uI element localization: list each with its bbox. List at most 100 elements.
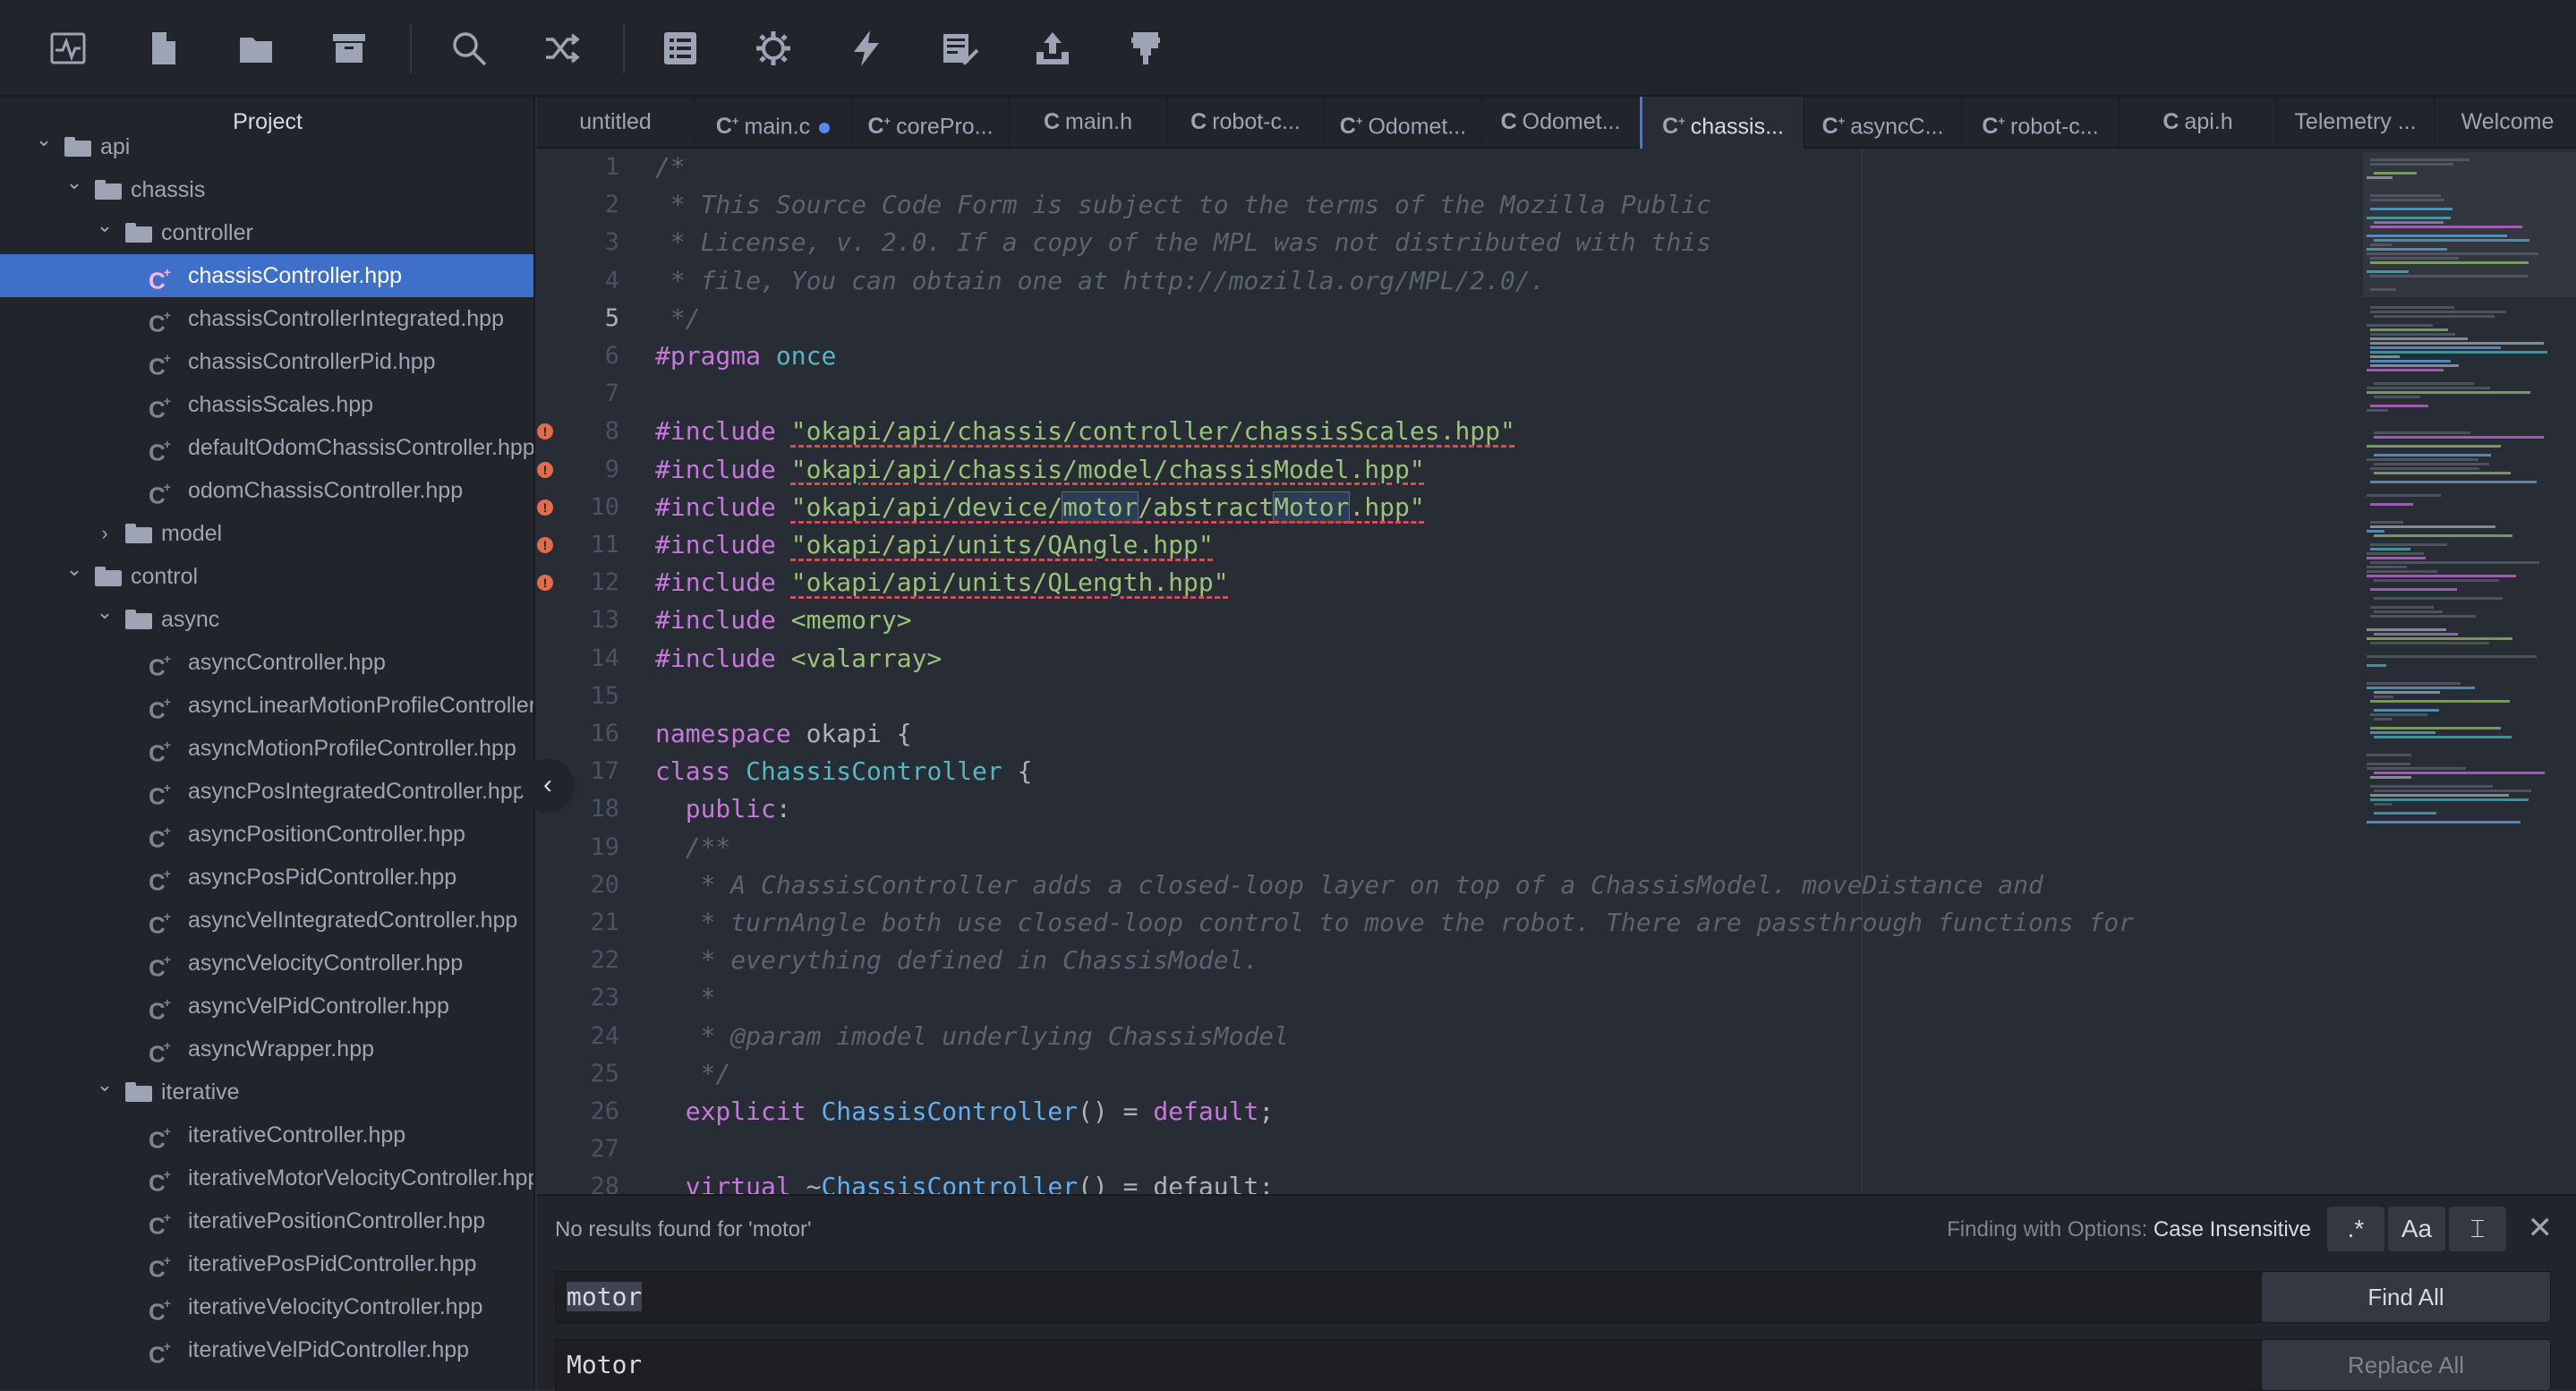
code-token: "okapi/api/units/QLength.hpp" <box>790 567 1229 598</box>
code-token: ChassisController <box>821 1097 1079 1126</box>
tree-file-item[interactable]: C+ chassisScales.hpp <box>0 383 533 426</box>
gear-icon[interactable] <box>745 20 802 77</box>
minimap-line <box>2370 467 2479 470</box>
tree-folder-iterative[interactable]: ⌄ iterative <box>0 1071 533 1114</box>
tab-4[interactable]: Crobot-c... <box>1167 97 1325 147</box>
chevron-down-icon[interactable]: ⌄ <box>91 211 118 247</box>
code-token: : <box>775 794 791 824</box>
folder-icon[interactable] <box>227 20 285 77</box>
minimap-line <box>2367 217 2451 219</box>
tree-file-item[interactable]: C+ asyncVelIntegratedController.hpp <box>0 899 533 942</box>
tree-folder-async[interactable]: ⌄ async <box>0 598 533 641</box>
tree-file-item[interactable]: C+ iterativeVelPidController.hpp <box>0 1328 533 1371</box>
tree-file-item[interactable]: C+ asyncPosIntegratedController.hpp <box>0 770 533 813</box>
plug-icon[interactable] <box>1117 20 1174 77</box>
minimap-line <box>2367 754 2411 756</box>
chevron-down-icon[interactable]: ⌄ <box>91 1071 118 1106</box>
tree-file-item[interactable]: C+ iterativePosPidController.hpp <box>0 1242 533 1285</box>
regex-toggle-button[interactable]: .* <box>2327 1207 2384 1251</box>
line-number: 24 <box>590 1021 619 1050</box>
chevron-down-icon[interactable]: ⌄ <box>61 555 88 591</box>
tab-5[interactable]: C+ Odomet... <box>1325 97 1482 147</box>
tree-label: iterativeMotorVelocityController.hpp <box>188 1165 535 1190</box>
chevron-down-icon[interactable]: ⌄ <box>61 168 88 204</box>
code-token: default <box>1153 1097 1259 1126</box>
tree-file-item[interactable]: C+ chassisController.hpp <box>0 254 533 297</box>
archive-icon[interactable] <box>320 20 378 77</box>
shuffle-icon[interactable] <box>533 20 591 77</box>
tab-file-icon: C <box>1190 109 1207 134</box>
code-editor[interactable]: 1 2 3 4 5 6 7 8 9 10 11 12 13 14 15 16 17 18 19 20 21 22 23 24 2… <box>537 149 2363 1194</box>
cpp-file-icon: C+ <box>149 1038 171 1068</box>
tab-label: Welcome <box>2461 109 2555 134</box>
search-icon[interactable] <box>440 20 498 77</box>
upload-icon[interactable] <box>1024 20 1081 77</box>
tree-folder-controller[interactable]: ⌄ controller <box>0 211 533 254</box>
tab-0[interactable]: untitled <box>537 97 695 147</box>
tree-file-item[interactable]: C+ asyncMotionProfileController.hpp <box>0 727 533 770</box>
tab-2[interactable]: C+ corePro... <box>852 97 1010 147</box>
tab-1[interactable]: C+ main.c <box>695 97 852 147</box>
minimap-line <box>2370 351 2547 354</box>
tree-file-item[interactable]: C+ asyncVelocityController.hpp <box>0 942 533 985</box>
collapse-sidebar-button[interactable]: ‹ <box>521 759 575 813</box>
tab-3[interactable]: Cmain.h <box>1010 97 1167 147</box>
tab-8[interactable]: C+ asyncC... <box>1804 97 1962 147</box>
minimap-line <box>2367 248 2447 251</box>
chevron-right-icon[interactable]: › <box>91 512 118 555</box>
tab-6[interactable]: C Odomet... <box>1482 97 1640 147</box>
tree-file-item[interactable]: C+ asyncController.hpp <box>0 641 533 684</box>
tree-file-item[interactable]: C+ asyncVelPidController.hpp <box>0 985 533 1028</box>
tree-file-item[interactable]: C+ defaultOdomChassisController.hpp <box>0 426 533 469</box>
tree-file-item[interactable]: C+ asyncLinearMotionProfileController.hpp <box>0 684 533 727</box>
tab-10[interactable]: Capi.h <box>2120 97 2277 147</box>
replace-input[interactable]: Motor <box>555 1339 2420 1391</box>
line-number: 16 <box>590 720 619 747</box>
tree-file-item[interactable]: C+ iterativeController.hpp <box>0 1114 533 1156</box>
error-indicator-icon[interactable]: ! <box>537 499 553 516</box>
tree-folder-control[interactable]: ⌄ control <box>0 555 533 598</box>
find-all-button[interactable]: Find All <box>2261 1271 2551 1323</box>
case-sensitive-toggle-button[interactable]: Aa <box>2388 1207 2445 1251</box>
tree-file-item[interactable]: C+ iterativePositionController.hpp <box>0 1199 533 1242</box>
whole-word-toggle-button[interactable]: ⌶ <box>2449 1207 2506 1251</box>
tree-file-item[interactable]: C+ chassisControllerPid.hpp <box>0 340 533 383</box>
close-icon[interactable]: ✕ <box>2528 1210 2554 1246</box>
tree-file-item[interactable]: C+ odomChassisController.hpp <box>0 469 533 512</box>
tree-file-item[interactable]: C+ asyncPositionController.hpp <box>0 813 533 856</box>
tree-file-item[interactable]: C+ iterativeMotorVelocityController.hpp <box>0 1156 535 1199</box>
error-indicator-icon[interactable]: ! <box>537 461 553 478</box>
tree-folder-model[interactable]: › model <box>0 512 533 555</box>
cpp-file-icon: C+ <box>149 265 171 294</box>
replace-all-button[interactable]: Replace All <box>2261 1339 2551 1391</box>
pulse-icon[interactable] <box>39 20 97 77</box>
chevron-down-icon[interactable]: ⌄ <box>91 598 118 634</box>
tree-file-item[interactable]: C+ chassisControllerIntegrated.hpp <box>0 297 533 340</box>
tree-file-item[interactable]: C+ iterativeVelocityController.hpp <box>0 1285 533 1328</box>
minimap-line <box>2367 570 2437 573</box>
code-token: * <box>655 983 716 1013</box>
error-indicator-icon[interactable]: ! <box>537 537 553 553</box>
tab-7[interactable]: C+ chassis... <box>1640 97 1804 149</box>
minimap-line <box>2374 315 2495 318</box>
minimap[interactable] <box>2363 149 2576 1194</box>
tree-folder-chassis[interactable]: ⌄ chassis <box>0 168 533 211</box>
tree-file-item[interactable]: C+ asyncWrapper.hpp <box>0 1028 533 1071</box>
find-input[interactable]: motor <box>555 1271 2420 1323</box>
tree-file-item[interactable]: C+ asyncPosPidController.hpp <box>0 856 533 899</box>
code-token: { <box>1002 756 1033 787</box>
folder-icon <box>125 524 152 543</box>
new-file-icon[interactable] <box>134 20 192 77</box>
chevron-down-icon[interactable]: ⌄ <box>30 125 57 161</box>
tab-9[interactable]: C+ robot-c... <box>1962 97 2120 147</box>
tab-11[interactable]: Telemetry ... <box>2277 97 2435 147</box>
minimap-line <box>2370 342 2544 345</box>
lightning-icon[interactable] <box>838 20 895 77</box>
list-icon[interactable] <box>652 20 709 77</box>
checklist-icon[interactable] <box>931 20 988 77</box>
code-token: /** <box>655 832 731 862</box>
tree-folder-api[interactable]: ⌄ api <box>0 125 533 168</box>
tab-12[interactable]: Welcome <box>2435 97 2576 147</box>
